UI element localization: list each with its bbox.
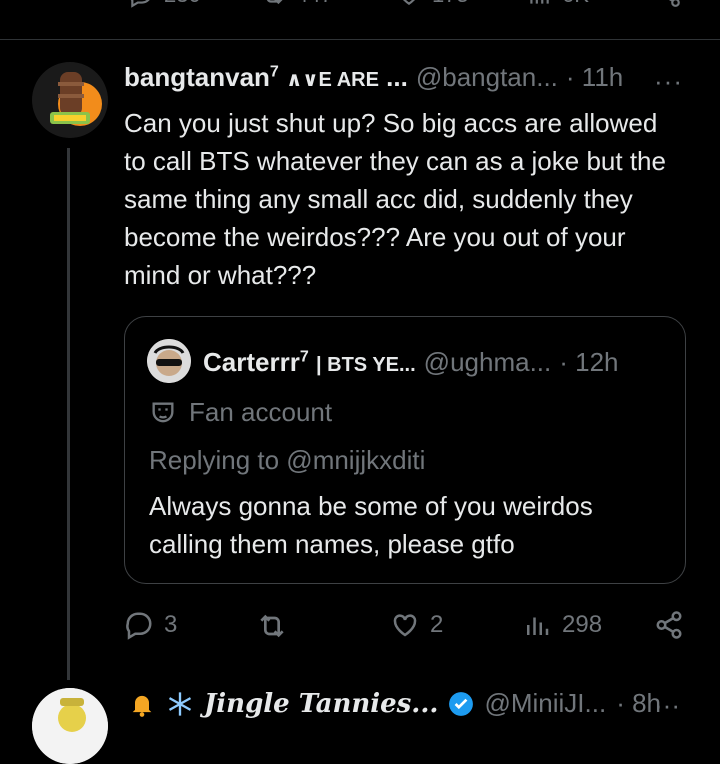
views-icon [526,0,552,8]
verified-badge-icon [448,691,474,717]
share-button[interactable] [656,0,682,8]
reply-icon [128,0,154,8]
mask-icon [149,399,177,427]
heart-icon [390,610,420,640]
handle[interactable]: @bangtan... [416,62,558,93]
views-button[interactable]: 298 [522,610,602,640]
replying-to: Replying to @mnijjkxditi [149,445,426,475]
like-button[interactable]: 2 [390,610,443,640]
fan-account-label: Fan account [149,397,332,428]
share-icon [656,0,682,8]
retweet-icon [256,610,288,642]
avatar[interactable] [32,62,108,138]
bell-icon [128,690,156,718]
heart-icon [396,0,422,8]
display-name[interactable]: bangtanvan7 ∧∨E ARE ... [124,62,408,93]
views-icon [522,610,552,640]
tweet-actions: 3 2 298 [124,610,694,646]
tweet-header: bangtanvan7 ∧∨E ARE ... @bangtan... · 11… [124,62,623,93]
quoted-display-name: Carterrr7 | BTS YE... [203,347,416,377]
tweet-text: Can you just shut up? So big accs are al… [124,108,666,290]
quoted-avatar [147,339,191,383]
more-options-icon[interactable]: ··· [654,66,683,97]
quoted-header: Carterrr7 | BTS YE... @ughma... · 12h [203,347,619,378]
like-button[interactable]: 175 [396,0,469,8]
share-icon [654,610,684,640]
reply-button[interactable]: 230 [128,0,201,8]
previous-tweet-actions: 230 447 175 6K [0,0,720,12]
next-avatar[interactable] [32,688,108,764]
tweet-divider [0,39,720,40]
share-button[interactable] [654,610,684,640]
retweet-button[interactable]: 447 [260,0,333,8]
quoted-tweet[interactable]: Carterrr7 | BTS YE... @ughma... · 12h Fa… [124,316,686,584]
next-handle[interactable]: @MiniiJI... [484,688,606,719]
retweet-icon [260,0,286,8]
quoted-timestamp: · 12h [559,347,619,377]
next-tweet-header: Jingle Tannies... @MiniiJI... · 8h [128,688,661,719]
retweet-button[interactable] [256,610,298,642]
snowflake-icon [166,690,194,718]
quoted-handle: @ughma... [423,347,552,377]
timestamp[interactable]: · 11h [566,62,623,93]
more-options-icon[interactable]: ··· [654,690,680,721]
views-button[interactable]: 6K [526,0,589,8]
reply-button[interactable]: 3 [124,610,177,640]
quoted-text: Always gonna be some of you weirdos call… [149,491,593,559]
reply-icon [124,610,154,640]
thread-line [67,148,70,680]
next-display-name[interactable]: Jingle Tannies... [204,689,438,719]
